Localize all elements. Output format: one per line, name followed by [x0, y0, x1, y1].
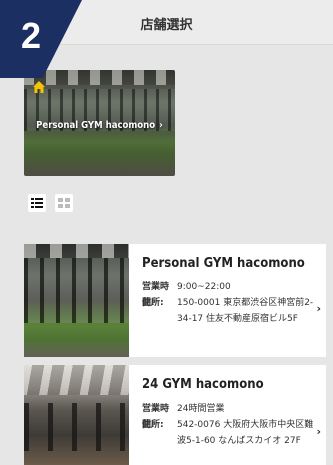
grid-view-button[interactable]	[55, 194, 73, 212]
address-label: 住所:	[142, 420, 164, 430]
store-card[interactable]: 24 GYM hacomono 営業時間:24時間営業 住所: 542-0076 …	[24, 365, 326, 465]
hours-value: 24時間営業	[177, 404, 225, 414]
chevron-right-icon: ›	[159, 120, 163, 131]
store-card[interactable]: Personal GYM hacomono 営業時間:9:00~22:00 住所…	[24, 244, 326, 357]
list-view-icon	[31, 198, 43, 208]
address-value: 150-0001 東京都渋谷区神宮前2-34-17 住友不動産原宿ビル5F	[177, 298, 314, 324]
store-thumbnail	[24, 244, 129, 357]
store-address: 住所: 542-0076 大阪府大阪市中央区難波5-1-60 なんばスカイオ 27…	[142, 417, 315, 449]
address-value: 542-0076 大阪府大阪市中央区難波5-1-60 なんばスカイオ 27F	[177, 420, 314, 446]
featured-store-label: Personal GYM hacomono ›	[24, 120, 175, 131]
featured-store-card[interactable]: Personal GYM hacomono ›	[24, 70, 175, 176]
store-name: Personal GYM hacomono	[142, 256, 305, 271]
store-name: 24 GYM hacomono	[142, 377, 264, 392]
home-icon	[33, 81, 45, 93]
step-number: 2	[21, 15, 42, 56]
store-address: 住所: 150-0001 東京都渋谷区神宮前2-34-17 住友不動産原宿ビル5F	[142, 295, 315, 327]
store-thumbnail	[24, 365, 129, 465]
chevron-right-icon: ›	[316, 302, 321, 315]
chevron-right-icon: ›	[316, 425, 321, 438]
list-view-button[interactable]	[28, 194, 46, 212]
address-label: 住所:	[142, 298, 164, 308]
grid-view-icon	[58, 198, 70, 208]
hours-value: 9:00~22:00	[177, 282, 231, 292]
featured-store-name: Personal GYM hacomono	[36, 120, 156, 131]
